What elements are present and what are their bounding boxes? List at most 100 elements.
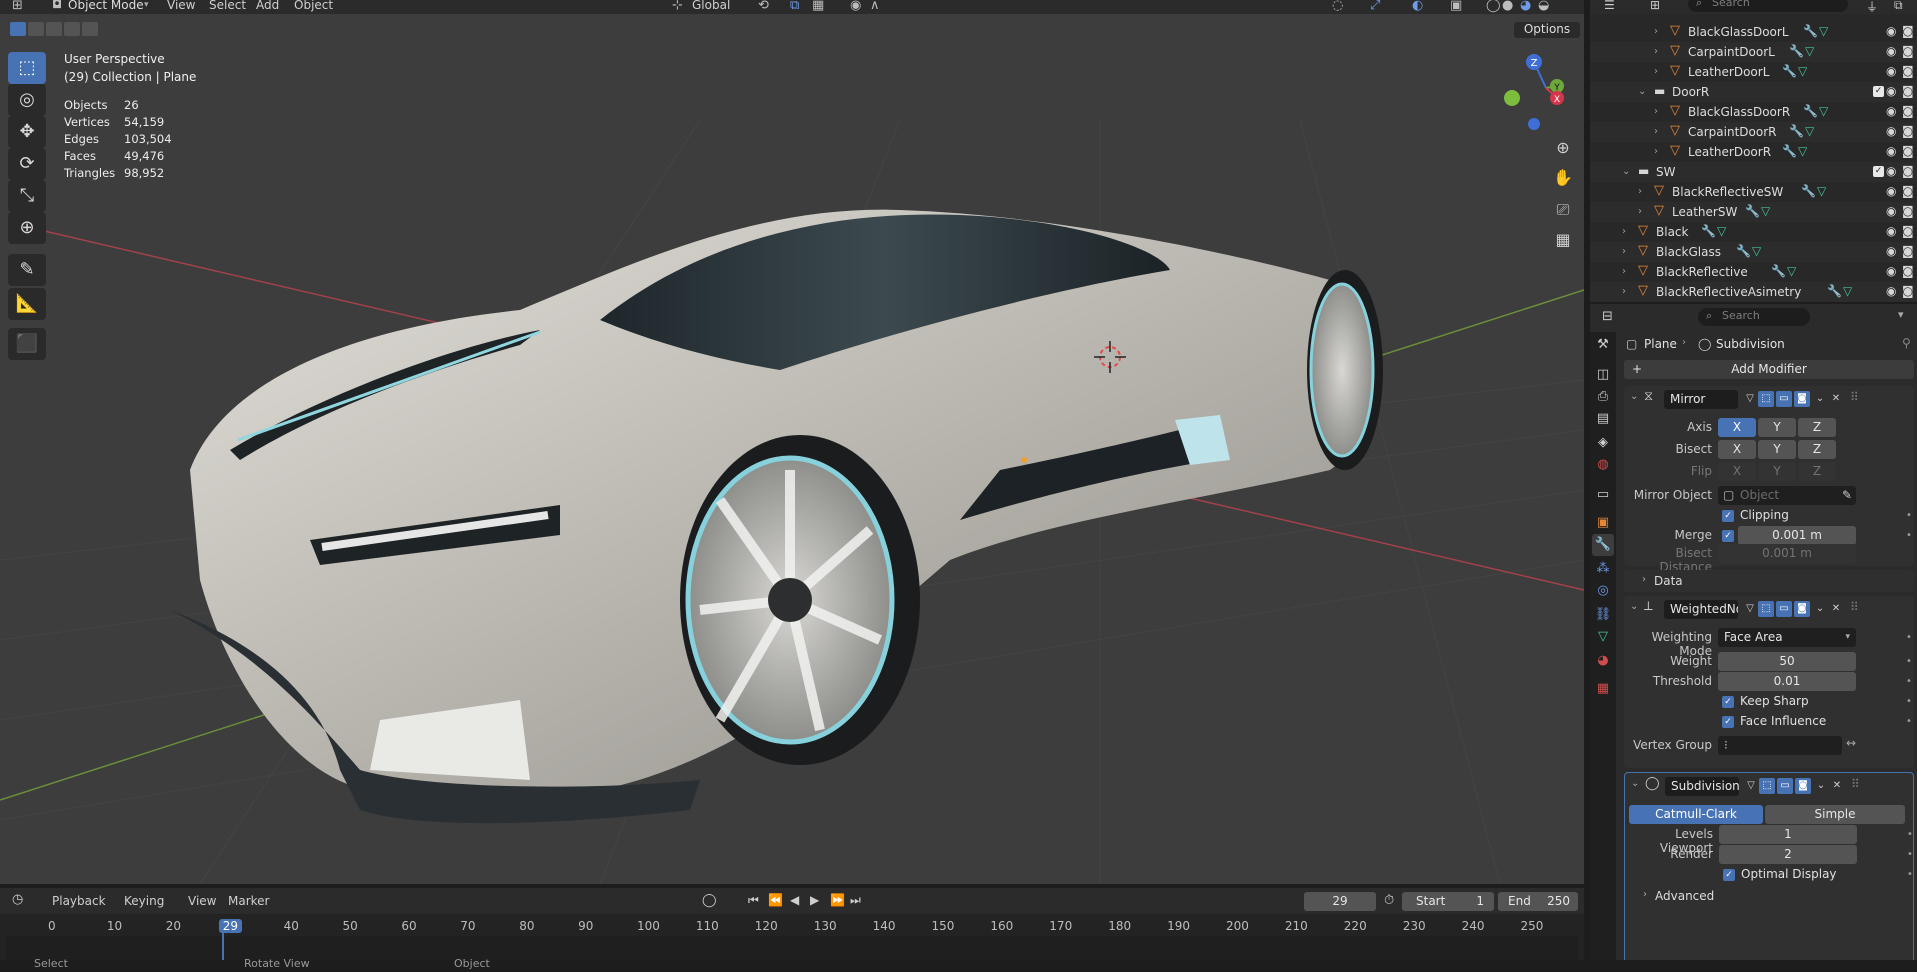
threshold-field[interactable]: 0.01 bbox=[1718, 672, 1856, 691]
camera-render-icon[interactable]: ◙ bbox=[1902, 44, 1914, 58]
overlay-icon[interactable]: ◐ bbox=[1412, 0, 1423, 13]
mesh-data-icon[interactable]: ▽ bbox=[1798, 64, 1807, 78]
viewport-scene[interactable]: Z Y X bbox=[0, 0, 1584, 884]
eye-icon[interactable]: ◉ bbox=[1886, 104, 1896, 118]
select-intersect-icon[interactable] bbox=[82, 22, 98, 36]
delete-modifier-icon[interactable]: ✕ bbox=[1828, 391, 1844, 407]
cage-toggle-icon[interactable]: ⬚ bbox=[1758, 391, 1774, 407]
subdivision-name-field[interactable]: Subdivision bbox=[1665, 777, 1739, 796]
texture-tab-icon[interactable]: ▦ bbox=[1592, 678, 1614, 700]
outliner-row[interactable]: › ▽ BlackGlassDoorR 🔧 ▽ ◉ ◙ bbox=[1590, 102, 1917, 122]
collapse-chevron-icon[interactable]: ⌄ bbox=[1631, 778, 1639, 789]
optimal-display-checkbox[interactable]: ✓ bbox=[1723, 869, 1735, 881]
expand-chevron-icon[interactable]: › bbox=[1643, 889, 1647, 900]
scale-tool[interactable]: ⤡ bbox=[8, 180, 46, 212]
eye-icon[interactable]: ◉ bbox=[1886, 64, 1896, 78]
keep-sharp-checkbox[interactable]: ✓ bbox=[1722, 696, 1734, 708]
solid-shading-icon[interactable]: ● bbox=[1502, 0, 1513, 13]
eye-icon[interactable]: ◉ bbox=[1886, 164, 1896, 178]
expand-chevron-icon[interactable]: › bbox=[1654, 146, 1658, 157]
weight-field[interactable]: 50 bbox=[1718, 652, 1856, 671]
face-influence-checkbox[interactable]: ✓ bbox=[1722, 716, 1734, 728]
tool-tab-icon[interactable]: ⚒ bbox=[1592, 334, 1614, 356]
select-box-tool[interactable]: ⬚ bbox=[8, 52, 46, 84]
modifier-tab-icon[interactable]: 🔧 bbox=[1592, 534, 1614, 556]
mesh-data-icon[interactable]: ▽ bbox=[1717, 224, 1726, 238]
modifier-menu-chevron-icon[interactable]: ⌄ bbox=[1813, 778, 1829, 794]
scene-tab-icon[interactable]: ◈ bbox=[1592, 432, 1614, 454]
rotate-tool[interactable]: ⟳ bbox=[8, 148, 46, 180]
outliner-row[interactable]: › ▽ BlackReflectiveAsimetry 🔧 ▽ ◉ ◙ bbox=[1590, 282, 1917, 302]
outliner-row[interactable]: › ▽ CarpaintDoorR 🔧 ▽ ◉ ◙ bbox=[1590, 122, 1917, 142]
expand-chevron-icon[interactable]: › bbox=[1622, 246, 1626, 257]
new-collection-icon[interactable]: ⧉ bbox=[1894, 0, 1903, 13]
flip-y-toggle[interactable]: Y bbox=[1758, 462, 1796, 481]
mesh-data-icon[interactable]: ▽ bbox=[1819, 104, 1828, 118]
advanced-subpanel-label[interactable]: Advanced bbox=[1655, 889, 1714, 903]
collapse-chevron-icon[interactable]: ⌄ bbox=[1630, 601, 1638, 612]
outliner-row[interactable]: › ▽ BlackGlassDoorL 🔧 ▽ ◉ ◙ bbox=[1590, 22, 1917, 42]
wrench-icon[interactable]: 🔧 bbox=[1789, 44, 1804, 58]
eye-icon[interactable]: ◉ bbox=[1886, 264, 1896, 278]
viewport-toggle-icon[interactable]: ▭ bbox=[1777, 778, 1793, 794]
expand-chevron-icon[interactable]: › bbox=[1622, 266, 1626, 277]
eye-icon[interactable]: ◉ bbox=[1886, 204, 1896, 218]
cage-toggle-icon[interactable]: ⬚ bbox=[1758, 601, 1774, 617]
eye-icon[interactable]: ◉ bbox=[1886, 84, 1896, 98]
mesh-data-icon[interactable]: ▽ bbox=[1819, 24, 1828, 38]
display-mode-icon[interactable]: ⊞ bbox=[1650, 0, 1660, 12]
wrench-icon[interactable]: 🔧 bbox=[1745, 204, 1760, 218]
camera-render-icon[interactable]: ◙ bbox=[1902, 164, 1914, 178]
delete-modifier-icon[interactable]: ✕ bbox=[1829, 778, 1845, 794]
menu-add[interactable]: Add bbox=[256, 0, 279, 12]
camera-render-icon[interactable]: ◙ bbox=[1902, 264, 1914, 278]
collapse-chevron-icon[interactable]: ⌄ bbox=[1630, 391, 1638, 402]
expand-chevron-icon[interactable]: › bbox=[1622, 226, 1626, 237]
eyedropper-icon[interactable]: ✎ bbox=[1842, 486, 1852, 505]
render-levels-field[interactable]: 2 bbox=[1719, 845, 1857, 864]
material-shading-icon[interactable]: ◕ bbox=[1520, 0, 1531, 13]
outliner-editor-icon[interactable]: ☰ bbox=[1604, 0, 1615, 12]
expand-chevron-icon[interactable]: › bbox=[1654, 26, 1658, 37]
wrench-icon[interactable]: 🔧 bbox=[1803, 24, 1818, 38]
wrench-icon[interactable]: 🔧 bbox=[1771, 264, 1786, 278]
levels-viewport-field[interactable]: 1 bbox=[1719, 825, 1857, 844]
mode-dropdown[interactable]: ◘ Object Mode ▾ bbox=[48, 0, 154, 14]
outliner-row[interactable]: › ▽ CarpaintDoorL 🔧 ▽ ◉ ◙ bbox=[1590, 42, 1917, 62]
cursor-tool[interactable]: ◎ bbox=[8, 84, 46, 116]
eye-icon[interactable]: ◉ bbox=[1886, 144, 1896, 158]
camera-render-icon[interactable]: ◙ bbox=[1902, 244, 1914, 258]
falloff-icon[interactable]: ∧ bbox=[870, 0, 880, 13]
bisect-y-toggle[interactable]: Y bbox=[1758, 440, 1796, 459]
camera-icon[interactable]: ⎚ bbox=[1550, 197, 1576, 223]
measure-tool[interactable]: 📐 bbox=[8, 288, 46, 320]
axis-x-toggle[interactable]: X bbox=[1718, 418, 1756, 437]
collection-checkbox[interactable]: ✓ bbox=[1873, 86, 1884, 97]
menu-select[interactable]: Select bbox=[209, 0, 246, 12]
keyframe-dot-icon[interactable]: • bbox=[1907, 829, 1913, 840]
frame-ruler[interactable]: 0 10 20 29 40 50 60 70 80 90 100 110 120 130 140 150 160… bbox=[0, 888, 1584, 936]
outliner-row[interactable]: › ▽ LeatherDoorL 🔧 ▽ ◉ ◙ bbox=[1590, 62, 1917, 82]
axis-z-toggle[interactable]: Z bbox=[1798, 418, 1836, 437]
wrench-icon[interactable]: 🔧 bbox=[1801, 184, 1816, 198]
options-dropdown[interactable]: Options bbox=[1514, 22, 1580, 38]
world-tab-icon[interactable]: ◍ bbox=[1592, 454, 1614, 476]
collection-checkbox[interactable]: ✓ bbox=[1873, 166, 1884, 177]
data-subpanel[interactable]: › Data bbox=[1624, 570, 1914, 592]
annotate-tool[interactable]: ✎ bbox=[8, 254, 46, 286]
perspective-grid-icon[interactable]: ▦ bbox=[1550, 227, 1576, 253]
keyframe-dot-icon[interactable]: • bbox=[1906, 696, 1912, 707]
wrench-icon[interactable]: 🔧 bbox=[1736, 244, 1751, 258]
mesh-data-icon[interactable]: ▽ bbox=[1798, 144, 1807, 158]
wrench-icon[interactable]: 🔧 bbox=[1782, 144, 1797, 158]
camera-render-icon[interactable]: ◙ bbox=[1902, 224, 1914, 238]
keyframe-dot-icon[interactable]: • bbox=[1907, 849, 1913, 860]
data-tab-icon[interactable]: ▽ bbox=[1592, 626, 1614, 648]
expand-chevron-icon[interactable]: › bbox=[1638, 206, 1642, 217]
viewport-toggle-icon[interactable]: ▭ bbox=[1776, 391, 1792, 407]
editor-type-icon[interactable]: ⊞ bbox=[12, 0, 23, 13]
collapse-chevron-icon[interactable]: ⌄ bbox=[1622, 166, 1630, 177]
render-toggle-icon[interactable]: ◙ bbox=[1794, 601, 1810, 617]
edit-mode-toggle-icon[interactable]: ▽ bbox=[1742, 391, 1758, 407]
zoom-icon[interactable]: ⊕ bbox=[1550, 135, 1576, 161]
